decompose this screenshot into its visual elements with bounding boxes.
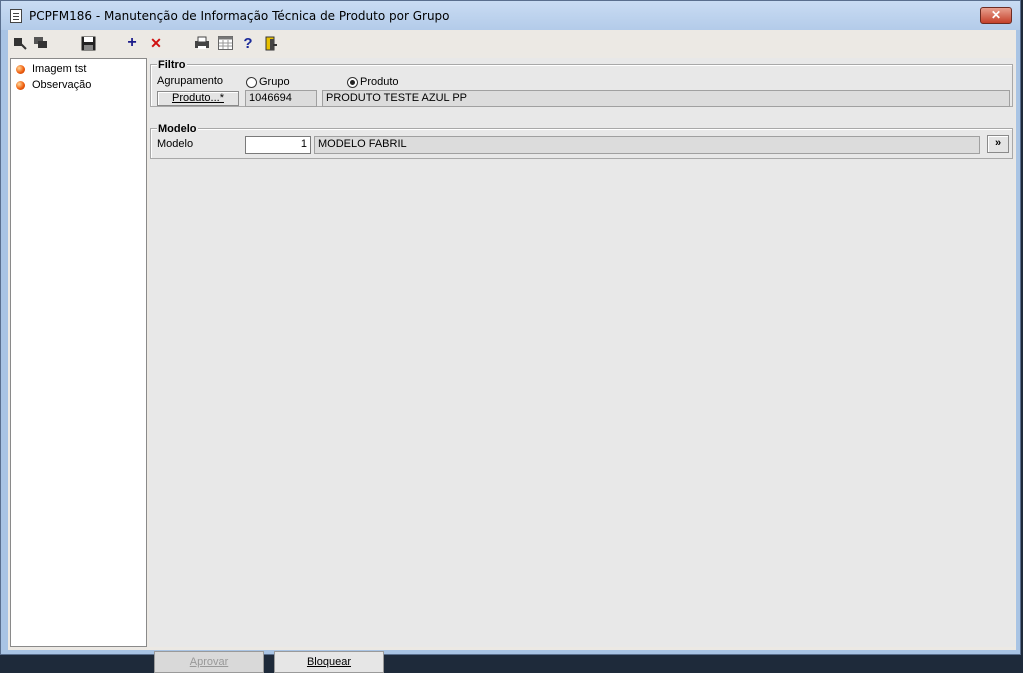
close-button[interactable]: ✕ bbox=[980, 7, 1012, 24]
aprovar-button[interactable]: Aprovar bbox=[154, 651, 264, 673]
document-icon bbox=[10, 9, 22, 23]
calendar-icon[interactable] bbox=[217, 35, 233, 51]
tree-panel: Imagem tst Observação bbox=[10, 58, 147, 647]
radio-grupo-label: Grupo bbox=[259, 76, 290, 88]
radio-circle bbox=[347, 76, 358, 88]
aprovar-label: Aprovar bbox=[189, 656, 229, 668]
bullet-icon bbox=[16, 80, 25, 90]
produto-desc-field[interactable]: PRODUTO TESTE AZUL PP bbox=[322, 90, 1010, 107]
tree-item-label: Imagem tst bbox=[32, 63, 87, 75]
first-record-icon[interactable] bbox=[12, 35, 28, 51]
produto-code-field[interactable]: 1046694 bbox=[245, 90, 317, 107]
radio-grupo[interactable]: Grupo bbox=[246, 76, 290, 88]
filtro-group: Filtro Agrupamento Grupo Produto Produto… bbox=[150, 59, 1013, 107]
modelo-group: Modelo Modelo 1 MODELO FABRIL » bbox=[150, 123, 1013, 159]
save-icon[interactable] bbox=[80, 35, 96, 51]
modelo-lookup-button[interactable]: » bbox=[987, 135, 1009, 153]
tree-item-imagem[interactable]: Imagem tst bbox=[16, 62, 86, 76]
bloquear-label: Bloquear bbox=[306, 656, 352, 668]
exit-icon[interactable] bbox=[263, 35, 279, 51]
main-panel: Filtro Agrupamento Grupo Produto Produto… bbox=[149, 58, 1015, 673]
agrupamento-label: Agrupamento bbox=[157, 75, 224, 87]
tree-item-observacao[interactable]: Observação bbox=[16, 78, 91, 92]
filtro-title: Filtro bbox=[157, 59, 187, 71]
modelo-label: Modelo bbox=[157, 138, 194, 150]
radio-produto[interactable]: Produto bbox=[347, 76, 399, 88]
copy-record-icon[interactable] bbox=[33, 35, 49, 51]
main-window: PCPFM186 - Manutenção de Informação Técn… bbox=[0, 0, 1021, 673]
modelo-desc-field[interactable]: MODELO FABRIL bbox=[314, 136, 980, 154]
bloquear-button[interactable]: Bloquear bbox=[274, 651, 384, 673]
help-icon[interactable]: ? bbox=[240, 35, 256, 52]
modelo-title: Modelo bbox=[157, 123, 198, 135]
produto-button[interactable]: Produto...* bbox=[157, 91, 239, 106]
print-icon[interactable] bbox=[194, 35, 210, 51]
radio-produto-label: Produto bbox=[360, 76, 399, 88]
produto-button-label: Produto...* bbox=[172, 92, 224, 104]
client-area: + ✕ ? Imagem tst Observação Filtro Agrup… bbox=[8, 30, 1016, 673]
radio-circle bbox=[246, 76, 257, 88]
bullet-icon bbox=[16, 64, 25, 74]
toolbar: + ✕ ? bbox=[8, 30, 1016, 56]
delete-icon[interactable]: ✕ bbox=[148, 35, 164, 51]
tree-item-label: Observação bbox=[32, 79, 92, 91]
modelo-input[interactable]: 1 bbox=[245, 136, 311, 154]
title-bar[interactable]: PCPFM186 - Manutenção de Informação Técn… bbox=[1, 1, 1020, 30]
window-title: PCPFM186 - Manutenção de Informação Técn… bbox=[29, 9, 450, 23]
add-icon[interactable]: + bbox=[124, 34, 140, 51]
